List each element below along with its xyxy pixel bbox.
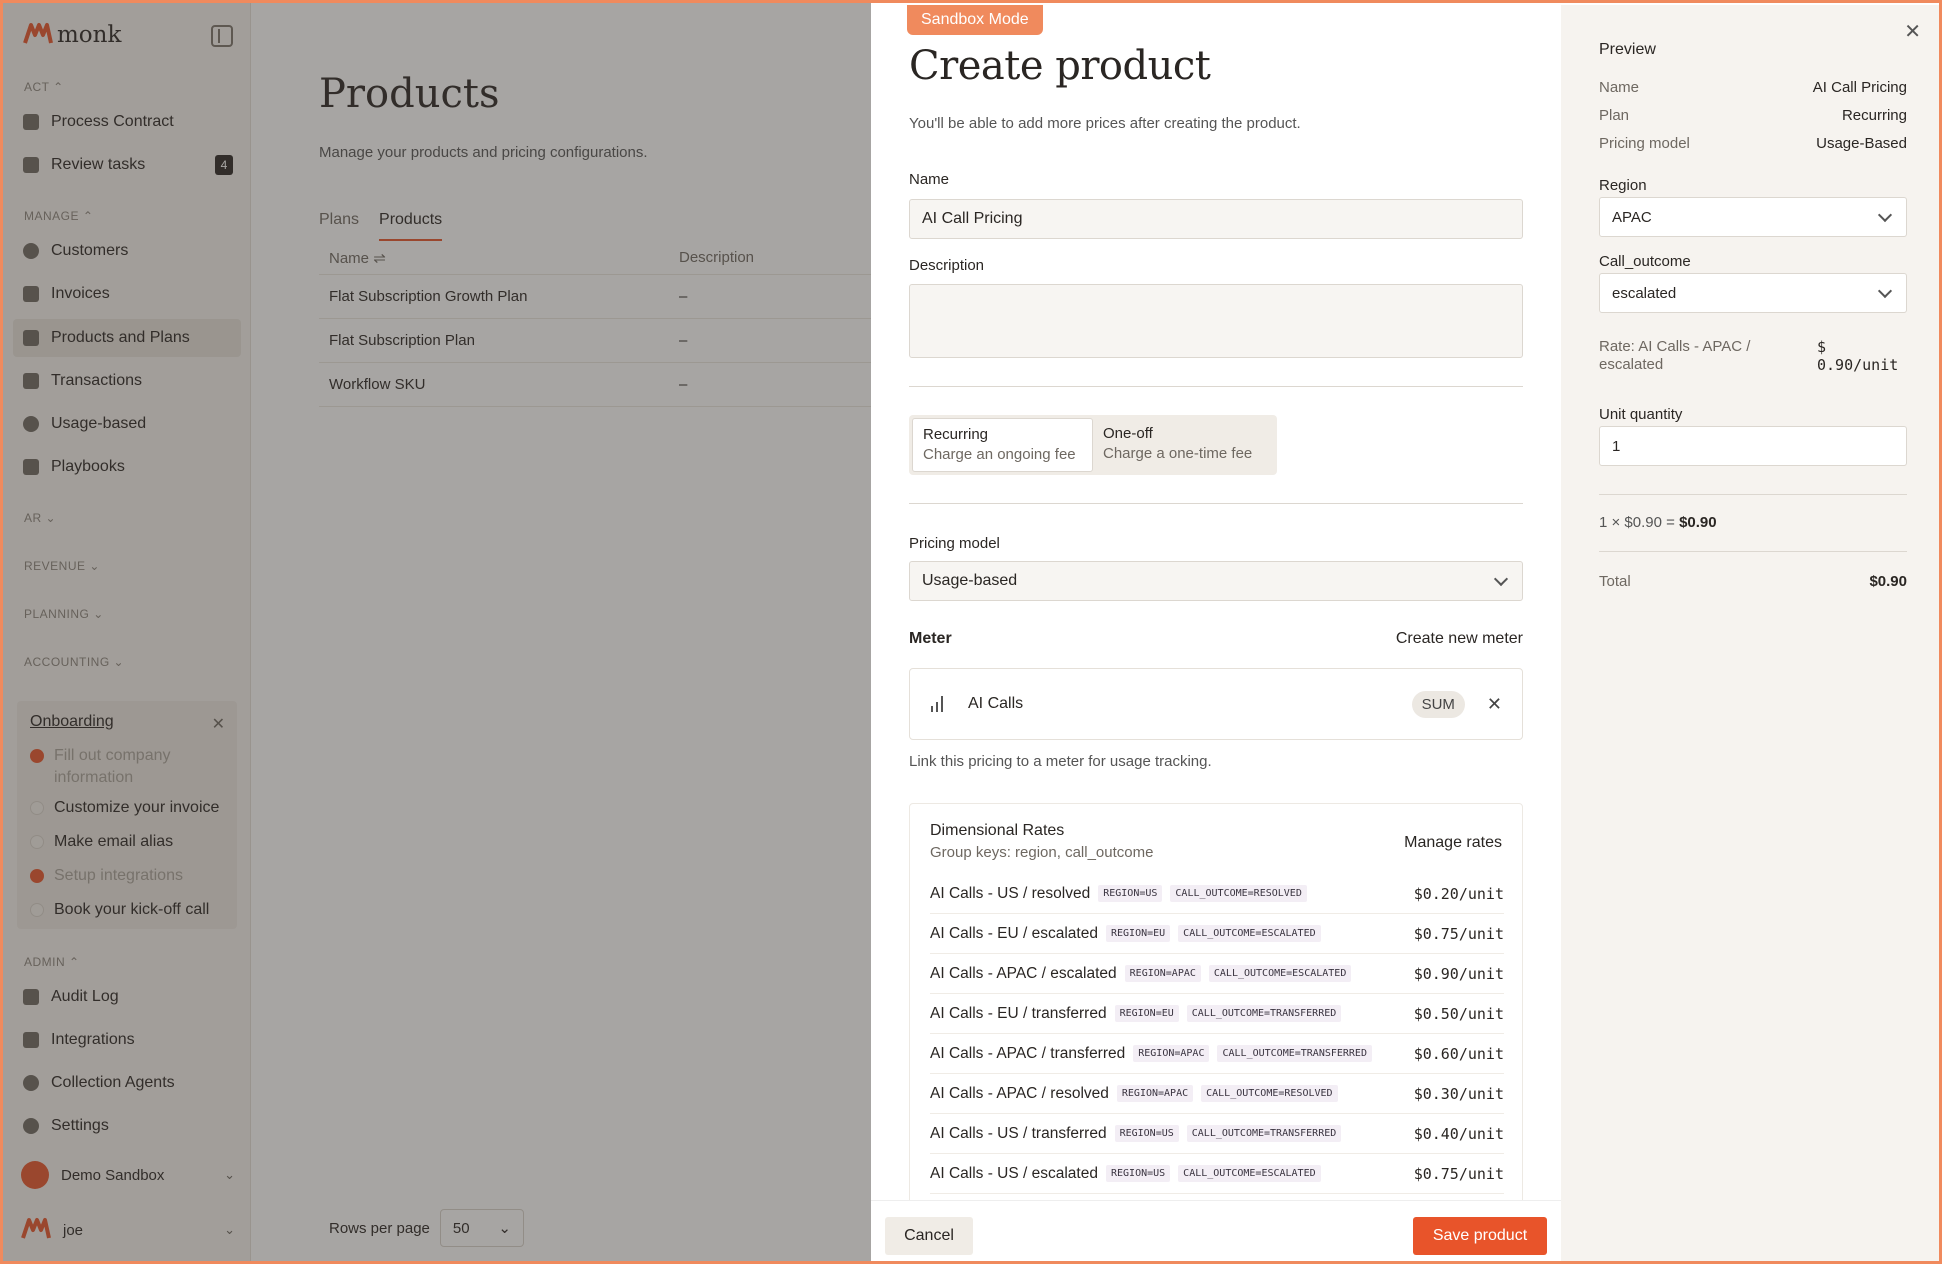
unit-quantity-input[interactable]: 1 xyxy=(1599,426,1907,466)
rate-row: AI Calls - US / escalated REGION=US CALL_O… xyxy=(930,1154,1504,1194)
divider xyxy=(909,503,1523,504)
divider xyxy=(909,386,1523,387)
save-product-button[interactable]: Save product xyxy=(1413,1217,1547,1255)
preview-rate: Rate: AI Calls - APAC / escalated $ 0.90… xyxy=(1599,338,1899,374)
divider xyxy=(1599,551,1907,552)
modal-title: Create product xyxy=(909,43,1211,89)
rates-group-keys: Group keys: region, call_outcome xyxy=(930,844,1154,861)
meter-card: AI Calls SUM ✕ xyxy=(909,668,1523,740)
preview-field: Pricing model Usage-Based xyxy=(1599,135,1907,152)
rate-row: AI Calls - APAC / escalated REGION=APAC CA… xyxy=(930,954,1504,994)
meter-name: AI Calls xyxy=(968,695,1024,712)
option-recurring[interactable]: Recurring Charge an ongoing fee xyxy=(912,418,1093,472)
sandbox-mode-badge: Sandbox Mode xyxy=(907,5,1043,35)
chevron-down-icon xyxy=(1877,283,1893,299)
description-label: Description xyxy=(909,257,985,274)
name-label: Name xyxy=(909,171,950,188)
meter-help-text: Link this pricing to a meter for usage t… xyxy=(909,753,1212,770)
pricing-model-select[interactable]: Usage-based xyxy=(909,561,1523,601)
rate-row: AI Calls - US / transferred REGION=US CALL… xyxy=(930,1114,1504,1154)
manage-rates-link[interactable]: Manage rates xyxy=(1404,834,1502,852)
unit-quantity-label: Unit quantity xyxy=(1599,406,1683,423)
create-new-meter-link[interactable]: Create new meter xyxy=(1396,630,1523,648)
divider xyxy=(1599,494,1907,495)
region-label: Region xyxy=(1599,177,1647,194)
rate-row: AI Calls - EU / transferred REGION=EU CALL… xyxy=(930,994,1504,1034)
region-select[interactable]: APAC xyxy=(1599,197,1907,237)
call-outcome-label: Call_outcome xyxy=(1599,253,1691,270)
meter-label: Meter xyxy=(909,630,952,647)
modal-backdrop[interactable] xyxy=(3,3,871,1261)
call-outcome-select[interactable]: escalated xyxy=(1599,273,1907,313)
option-one-off[interactable]: One-off Charge a one-time fee xyxy=(1093,418,1274,472)
preview-title: Preview xyxy=(1599,41,1656,58)
modal-footer: Cancel Save product xyxy=(871,1200,1561,1261)
rate-row: AI Calls - APAC / resolved REGION=APAC CAL… xyxy=(930,1074,1504,1114)
close-icon[interactable]: ✕ xyxy=(1904,19,1921,44)
pricing-model-label: Pricing model xyxy=(909,535,1000,552)
dimensional-rates-card: Dimensional Rates Group keys: region, ca… xyxy=(909,803,1523,1223)
name-input[interactable]: AI Call Pricing xyxy=(909,199,1523,239)
preview-total: Total $0.90 xyxy=(1599,573,1907,590)
rate-row: AI Calls - EU / escalated REGION=EU CALL_O… xyxy=(930,914,1504,954)
preview-calculation: 1 × $0.90 = $0.90 xyxy=(1599,514,1717,531)
remove-meter-icon[interactable]: ✕ xyxy=(1487,694,1502,715)
preview-field: Plan Recurring xyxy=(1599,107,1907,124)
aggregation-badge: SUM xyxy=(1411,690,1465,718)
billing-type-toggle: Recurring Charge an ongoing fee One-off … xyxy=(909,415,1277,475)
app-window: monk ACT ⌃ Process Contract Review tasks… xyxy=(0,0,1942,1264)
cancel-button[interactable]: Cancel xyxy=(885,1217,973,1255)
rate-row: AI Calls - APAC / transferred REGION=APAC… xyxy=(930,1034,1504,1074)
preview-field: Name AI Call Pricing xyxy=(1599,79,1907,96)
rates-title: Dimensional Rates xyxy=(930,822,1065,839)
chevron-down-icon xyxy=(1877,207,1893,223)
create-product-modal: Sandbox Mode Create product You'll be ab… xyxy=(871,5,1939,1261)
meter-header: Meter Create new meter xyxy=(909,630,1523,648)
preview-panel: ✕ Preview Name AI Call Pricing Plan Recurr… xyxy=(1561,5,1939,1261)
description-textarea[interactable] xyxy=(909,284,1523,358)
bar-chart-icon xyxy=(930,696,946,712)
modal-subtitle: You'll be able to add more prices after … xyxy=(909,115,1301,132)
product-form: Sandbox Mode Create product You'll be ab… xyxy=(871,5,1561,1261)
rate-row: AI Calls - US / resolved REGION=US CALL_OU… xyxy=(930,874,1504,914)
chevron-down-icon xyxy=(1493,571,1509,587)
